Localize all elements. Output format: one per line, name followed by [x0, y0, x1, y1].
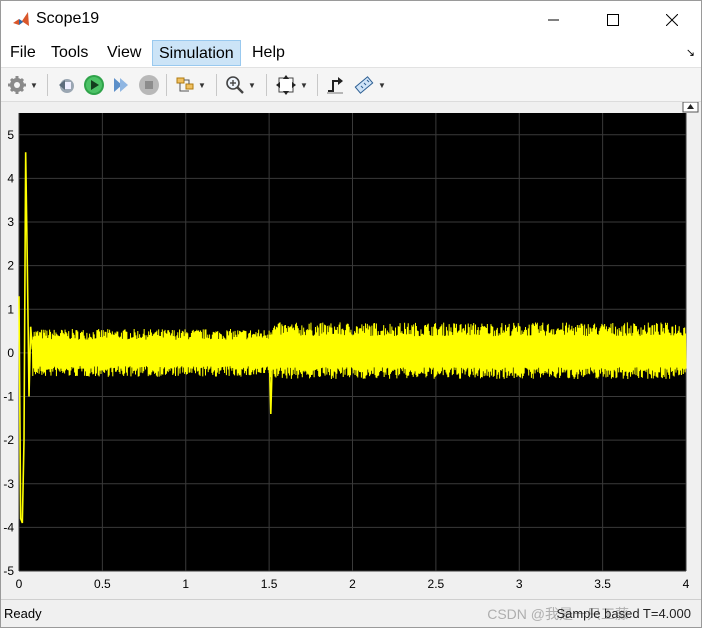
run-icon [84, 75, 104, 95]
toolbar: ▼ ▼ ▼ ▼ ▼ [1, 68, 701, 102]
plot-panel: 0 0.5 1 1.5 2 2.5 3 3.5 4 5 4 3 2 1 0 -1 -2 -3 -4 -5 [1, 101, 701, 599]
menu-tools[interactable]: Tools [45, 40, 94, 66]
step-back-button[interactable] [56, 73, 76, 97]
y-tick-label: -2 [3, 433, 14, 447]
y-tick-label: 1 [7, 302, 14, 316]
x-tick-label: 1.5 [261, 577, 278, 591]
maximize-icon [607, 13, 619, 26]
trace-noise-band [268, 322, 687, 380]
measurements-button[interactable]: ▼ [353, 73, 386, 97]
menu-file[interactable]: File [4, 40, 42, 66]
toolbar-divider [47, 74, 48, 96]
toolbar-divider [166, 74, 167, 96]
x-tick-label: 2 [349, 577, 356, 591]
minimize-icon [548, 19, 559, 20]
y-tick-label: -1 [3, 390, 14, 404]
signal-selector-button[interactable]: ▼ [175, 73, 206, 97]
y-tick-label: -5 [3, 564, 14, 578]
toolbar-divider [317, 74, 318, 96]
x-tick-label: 1 [182, 577, 189, 591]
zoom-icon [226, 76, 244, 94]
chevron-down-icon: ▼ [378, 80, 386, 90]
toolbar-divider [216, 74, 217, 96]
undock-plot-button[interactable] [682, 101, 699, 113]
y-axis-ticks: 5 4 3 2 1 0 -1 -2 -3 -4 -5 [3, 128, 14, 578]
x-tick-label: 2.5 [428, 577, 445, 591]
zoom-button[interactable]: ▼ [225, 73, 256, 97]
x-tick-label: 0.5 [94, 577, 111, 591]
menu-help[interactable]: Help [246, 40, 291, 66]
close-button[interactable] [649, 1, 695, 38]
stop-button[interactable] [138, 73, 160, 97]
y-tick-label: 5 [7, 128, 14, 142]
x-tick-label: 3 [516, 577, 523, 591]
toolbar-divider [266, 74, 267, 96]
chevron-down-icon: ▼ [248, 80, 256, 90]
y-tick-label: -3 [3, 477, 14, 491]
triggers-icon [327, 77, 343, 94]
y-tick-label: 0 [7, 346, 14, 360]
chevron-down-icon: ▼ [198, 80, 206, 90]
x-axis-ticks: 0 0.5 1 1.5 2 2.5 3 3.5 4 [16, 577, 690, 591]
y-tick-label: 3 [7, 215, 14, 229]
run-button[interactable] [83, 73, 105, 97]
chevron-down-icon: ▼ [300, 80, 308, 90]
step-forward-icon [114, 78, 128, 92]
autoscale-icon [276, 75, 296, 95]
chevron-down-icon: ▼ [30, 80, 38, 90]
status-bar: Ready CSDN @我是一只工藤 Sample based T=4.000 [1, 599, 701, 627]
autoscale-button[interactable]: ▼ [275, 73, 308, 97]
triggers-button[interactable] [325, 73, 345, 97]
stop-icon [139, 75, 159, 95]
x-tick-label: 3.5 [594, 577, 611, 591]
menu-view[interactable]: View [101, 40, 147, 66]
status-sample-time: Sample based T=4.000 [556, 606, 691, 621]
minimize-button[interactable] [531, 1, 577, 38]
y-tick-label: 2 [7, 259, 14, 273]
title-bar: Scope19 [1, 1, 701, 38]
menu-simulation[interactable]: Simulation [152, 40, 241, 66]
matlab-icon [13, 12, 29, 26]
gear-icon [8, 76, 26, 94]
y-tick-label: 4 [7, 171, 14, 185]
step-forward-button[interactable] [111, 73, 131, 97]
step-back-icon [59, 79, 74, 93]
scope-window: Scope19 File Tools View Simulation Help … [0, 0, 702, 628]
trace-noise-band [31, 328, 270, 377]
undock-arrow-icon[interactable]: ↘ [686, 46, 695, 59]
settings-button[interactable]: ▼ [7, 73, 38, 97]
scope-plot[interactable]: 0 0.5 1 1.5 2 2.5 3 3.5 4 5 4 3 2 1 0 -1 -2 -3 -4 -5 [1, 101, 701, 599]
menu-bar: File Tools View Simulation Help ↘ [1, 38, 701, 68]
window-title: Scope19 [36, 10, 100, 27]
close-icon [666, 13, 678, 26]
y-tick-label: -4 [3, 520, 14, 534]
x-tick-label: 4 [683, 577, 690, 591]
status-ready: Ready [4, 606, 42, 621]
x-tick-label: 0 [16, 577, 23, 591]
signal-icon [176, 77, 194, 92]
maximize-button[interactable] [590, 1, 636, 38]
measurements-icon [354, 76, 374, 94]
